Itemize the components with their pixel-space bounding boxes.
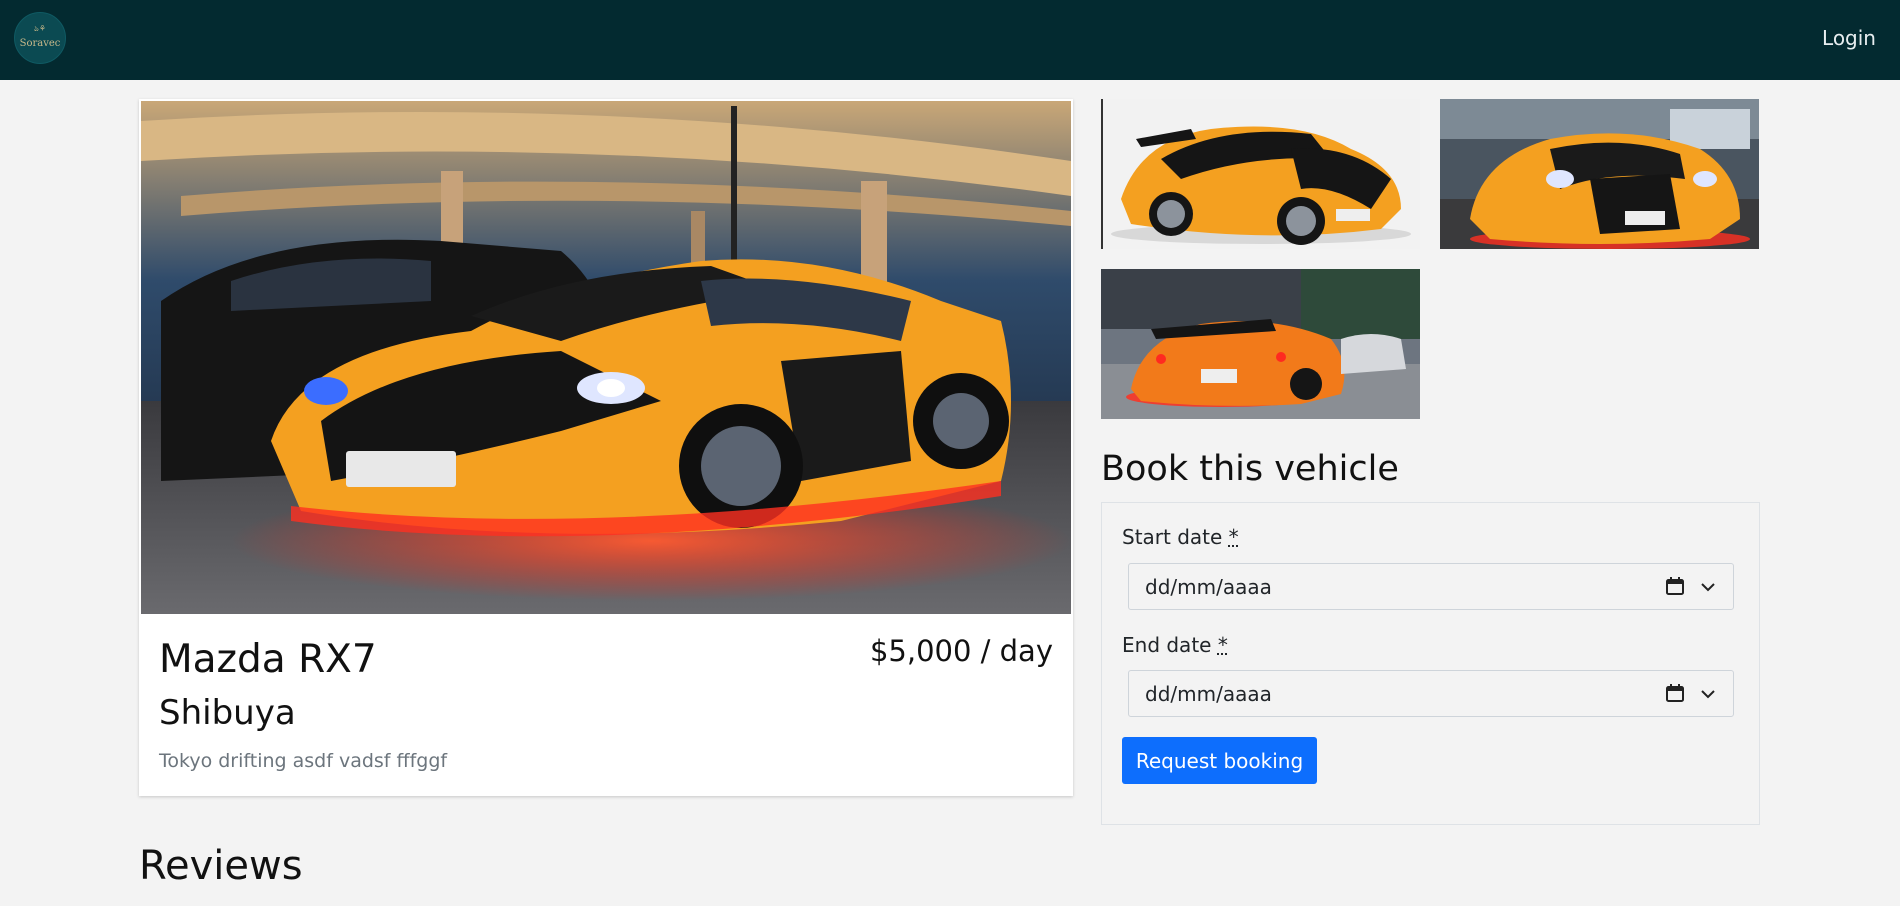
end-date-label: End date * [1122, 633, 1228, 657]
end-date-input[interactable]: dd/mm/aaaa [1128, 670, 1734, 717]
vehicle-title: Mazda RX7 [159, 637, 377, 682]
required-mark: * [1217, 633, 1228, 657]
logo-text: Soravec [19, 38, 61, 49]
login-link[interactable]: Login [1822, 26, 1876, 50]
thumbnail-1[interactable] [1101, 99, 1420, 249]
vehicle-description: Tokyo drifting asdf vadsf fffggf [159, 750, 448, 772]
booking-heading: Book this vehicle [1101, 449, 1399, 489]
booking-form: Start date * dd/mm/aaaa End date * dd/mm… [1101, 502, 1760, 825]
vehicle-details: Mazda RX7 $5,000 / day Shibuya Tokyo dri… [139, 615, 1073, 796]
vehicle-card: Mazda RX7 $5,000 / day Shibuya Tokyo dri… [139, 99, 1073, 796]
calendar-icon[interactable] [1665, 576, 1685, 596]
navbar: ঌ⚘ Soravec Login [0, 0, 1900, 80]
thumbnail-3[interactable] [1101, 269, 1420, 419]
chevron-down-icon[interactable] [1699, 578, 1717, 596]
calendar-icon[interactable] [1665, 683, 1685, 703]
start-date-input[interactable]: dd/mm/aaaa [1128, 563, 1734, 610]
vehicle-location: Shibuya [159, 693, 296, 733]
vehicle-price: $5,000 / day [869, 634, 1053, 668]
start-date-value: dd/mm/aaaa [1145, 575, 1272, 599]
logo-mark: ঌ⚘ [34, 24, 46, 33]
end-date-label-text: End date [1122, 633, 1212, 657]
request-booking-button[interactable]: Request booking [1122, 737, 1317, 784]
reviews-heading: Reviews [139, 843, 303, 889]
start-date-label-text: Start date [1122, 525, 1223, 549]
brand-logo[interactable]: ঌ⚘ Soravec [14, 12, 66, 64]
main-vehicle-photo[interactable] [141, 101, 1071, 614]
thumbnail-2[interactable] [1440, 99, 1759, 249]
required-mark: * [1228, 525, 1239, 549]
chevron-down-icon[interactable] [1699, 685, 1717, 703]
end-date-value: dd/mm/aaaa [1145, 682, 1272, 706]
start-date-label: Start date * [1122, 525, 1239, 549]
